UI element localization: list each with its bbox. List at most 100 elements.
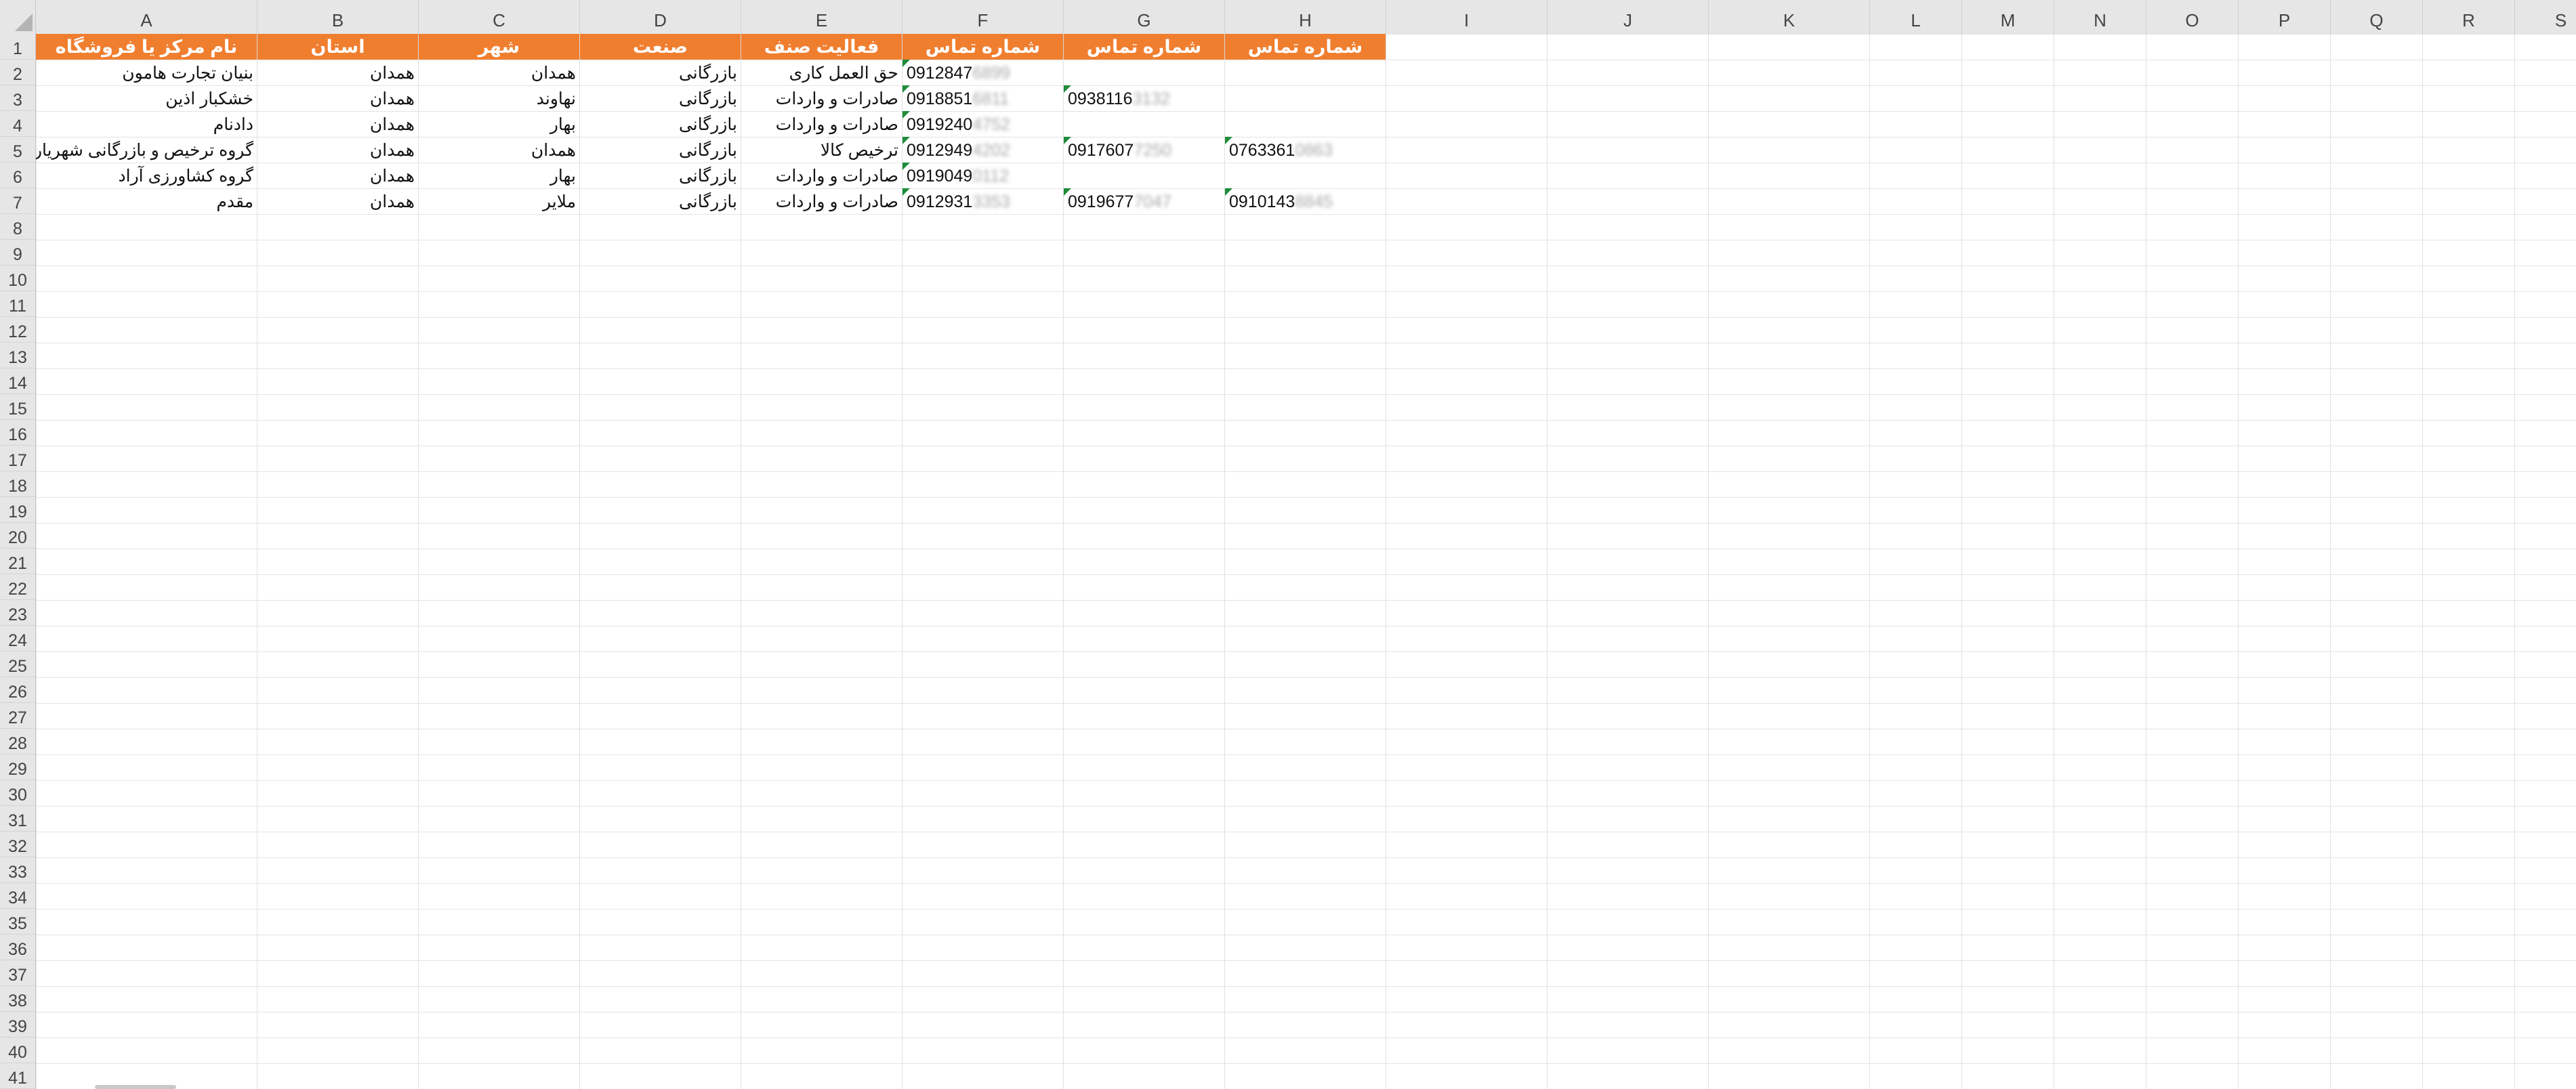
row-header-1[interactable]: 1 bbox=[0, 34, 35, 60]
cell-phone2[interactable]: 09381163132 bbox=[1064, 85, 1225, 111]
cell-city[interactable]: همدان bbox=[419, 60, 580, 85]
column-header-i[interactable]: I bbox=[1386, 0, 1547, 34]
header-cell-h[interactable]: شماره تماس bbox=[1225, 34, 1386, 60]
column-header-b[interactable]: B bbox=[257, 0, 419, 34]
row-header-15[interactable]: 15 bbox=[0, 394, 35, 420]
cell-grid[interactable]: نام مرکز یا فروشگاه استان شهر صنعت فعالیت صن… bbox=[36, 34, 2576, 1089]
cell-phone2[interactable] bbox=[1064, 111, 1225, 137]
number-stored-as-text-flag-icon[interactable] bbox=[902, 163, 910, 170]
row-header-5[interactable]: 5 bbox=[0, 137, 35, 163]
row-header-33[interactable]: 33 bbox=[0, 857, 35, 883]
cell-phone3[interactable] bbox=[1225, 85, 1386, 111]
column-header-r[interactable]: R bbox=[2423, 0, 2515, 34]
cell-province[interactable]: همدان bbox=[257, 137, 419, 163]
number-stored-as-text-flag-icon[interactable] bbox=[1064, 137, 1071, 144]
cell-industry[interactable]: بازرگانی bbox=[580, 111, 741, 137]
cell-phone2[interactable] bbox=[1064, 60, 1225, 85]
cell-phone2[interactable] bbox=[1064, 163, 1225, 188]
cell-phone2[interactable]: 09196777047 bbox=[1064, 188, 1225, 214]
header-cell-f[interactable]: شماره تماس bbox=[902, 34, 1064, 60]
cell-activity[interactable]: صادرات و واردات bbox=[741, 188, 902, 214]
header-cell-g[interactable]: شماره تماس bbox=[1064, 34, 1225, 60]
column-header-a[interactable]: A bbox=[36, 0, 257, 34]
cell-province[interactable]: همدان bbox=[257, 188, 419, 214]
row-header-7[interactable]: 7 bbox=[0, 188, 35, 214]
cell-phone3[interactable] bbox=[1225, 60, 1386, 85]
row-header-39[interactable]: 39 bbox=[0, 1012, 35, 1038]
number-stored-as-text-flag-icon[interactable] bbox=[1064, 188, 1071, 196]
cell-province[interactable]: همدان bbox=[257, 85, 419, 111]
row-header-36[interactable]: 36 bbox=[0, 935, 35, 960]
cell-province[interactable]: همدان bbox=[257, 163, 419, 188]
column-header-s[interactable]: S bbox=[2515, 0, 2576, 34]
row-header-26[interactable]: 26 bbox=[0, 677, 35, 703]
column-header-q[interactable]: Q bbox=[2331, 0, 2423, 34]
row-header-27[interactable]: 27 bbox=[0, 703, 35, 729]
cell-city[interactable]: بهار bbox=[419, 163, 580, 188]
column-header-p[interactable]: P bbox=[2239, 0, 2331, 34]
row-header-38[interactable]: 38 bbox=[0, 986, 35, 1012]
cell-phone1[interactable]: 09188516811 bbox=[902, 85, 1064, 111]
cell-name[interactable]: دادنام bbox=[36, 111, 257, 137]
row-header-20[interactable]: 20 bbox=[0, 523, 35, 549]
row-header-19[interactable]: 19 bbox=[0, 497, 35, 523]
horizontal-scrollbar[interactable] bbox=[95, 1085, 176, 1089]
row-header-12[interactable]: 12 bbox=[0, 317, 35, 343]
cell-province[interactable]: همدان bbox=[257, 111, 419, 137]
number-stored-as-text-flag-icon[interactable] bbox=[902, 137, 910, 144]
column-header-o[interactable]: O bbox=[2146, 0, 2239, 34]
cell-industry[interactable]: بازرگانی bbox=[580, 137, 741, 163]
cell-phone1[interactable]: 09192404752 bbox=[902, 111, 1064, 137]
cell-name[interactable]: مقدم bbox=[36, 188, 257, 214]
cell-phone1[interactable]: 09129494202 bbox=[902, 137, 1064, 163]
row-header-23[interactable]: 23 bbox=[0, 600, 35, 626]
row-header-25[interactable]: 25 bbox=[0, 652, 35, 677]
row-header-40[interactable]: 40 bbox=[0, 1038, 35, 1063]
cell-name[interactable]: گروه کشاورزی آراد bbox=[36, 163, 257, 188]
cell-industry[interactable]: بازرگانی bbox=[580, 188, 741, 214]
column-header-k[interactable]: K bbox=[1709, 0, 1870, 34]
row-header-34[interactable]: 34 bbox=[0, 883, 35, 909]
header-cell-c[interactable]: شهر bbox=[419, 34, 580, 60]
cell-industry[interactable]: بازرگانی bbox=[580, 85, 741, 111]
cell-phone3[interactable] bbox=[1225, 111, 1386, 137]
number-stored-as-text-flag-icon[interactable] bbox=[1225, 188, 1232, 196]
column-header-g[interactable]: G bbox=[1064, 0, 1225, 34]
row-header-22[interactable]: 22 bbox=[0, 574, 35, 600]
column-header-n[interactable]: N bbox=[2054, 0, 2146, 34]
row-header-32[interactable]: 32 bbox=[0, 832, 35, 857]
row-header-31[interactable]: 31 bbox=[0, 806, 35, 832]
row-header-18[interactable]: 18 bbox=[0, 471, 35, 497]
cell-phone3[interactable]: 09101438845 bbox=[1225, 188, 1386, 214]
cell-phone1[interactable]: 09190490112 bbox=[902, 163, 1064, 188]
row-header-29[interactable]: 29 bbox=[0, 754, 35, 780]
number-stored-as-text-flag-icon[interactable] bbox=[902, 85, 910, 93]
cell-industry[interactable]: بازرگانی bbox=[580, 60, 741, 85]
cell-name[interactable]: بنیان تجارت هامون bbox=[36, 60, 257, 85]
cell-city[interactable]: نهاوند bbox=[419, 85, 580, 111]
cell-phone3[interactable] bbox=[1225, 163, 1386, 188]
cell-name[interactable]: خشکبار اذین bbox=[36, 85, 257, 111]
header-cell-a[interactable]: نام مرکز یا فروشگاه bbox=[36, 34, 257, 60]
cell-phone1[interactable]: 09129313353 bbox=[902, 188, 1064, 214]
number-stored-as-text-flag-icon[interactable] bbox=[902, 60, 910, 67]
cell-activity[interactable]: صادرات و واردات bbox=[741, 163, 902, 188]
row-header-14[interactable]: 14 bbox=[0, 368, 35, 394]
row-header-4[interactable]: 4 bbox=[0, 111, 35, 137]
cell-phone2[interactable]: 09176077250 bbox=[1064, 137, 1225, 163]
header-cell-e[interactable]: فعالیت صنف bbox=[741, 34, 902, 60]
row-header-2[interactable]: 2 bbox=[0, 60, 35, 85]
number-stored-as-text-flag-icon[interactable] bbox=[902, 111, 910, 119]
cell-city[interactable]: بهار bbox=[419, 111, 580, 137]
column-header-l[interactable]: L bbox=[1870, 0, 1962, 34]
header-cell-b[interactable]: استان bbox=[257, 34, 419, 60]
cell-activity[interactable]: صادرات و واردات bbox=[741, 85, 902, 111]
select-all-corner[interactable] bbox=[0, 0, 36, 34]
row-header-10[interactable]: 10 bbox=[0, 265, 35, 291]
row-header-24[interactable]: 24 bbox=[0, 626, 35, 652]
row-header-13[interactable]: 13 bbox=[0, 343, 35, 368]
column-header-e[interactable]: E bbox=[741, 0, 902, 34]
cell-phone3[interactable]: 07633610863 bbox=[1225, 137, 1386, 163]
row-header-21[interactable]: 21 bbox=[0, 549, 35, 574]
cell-activity[interactable]: ترخیص کالا bbox=[741, 137, 902, 163]
